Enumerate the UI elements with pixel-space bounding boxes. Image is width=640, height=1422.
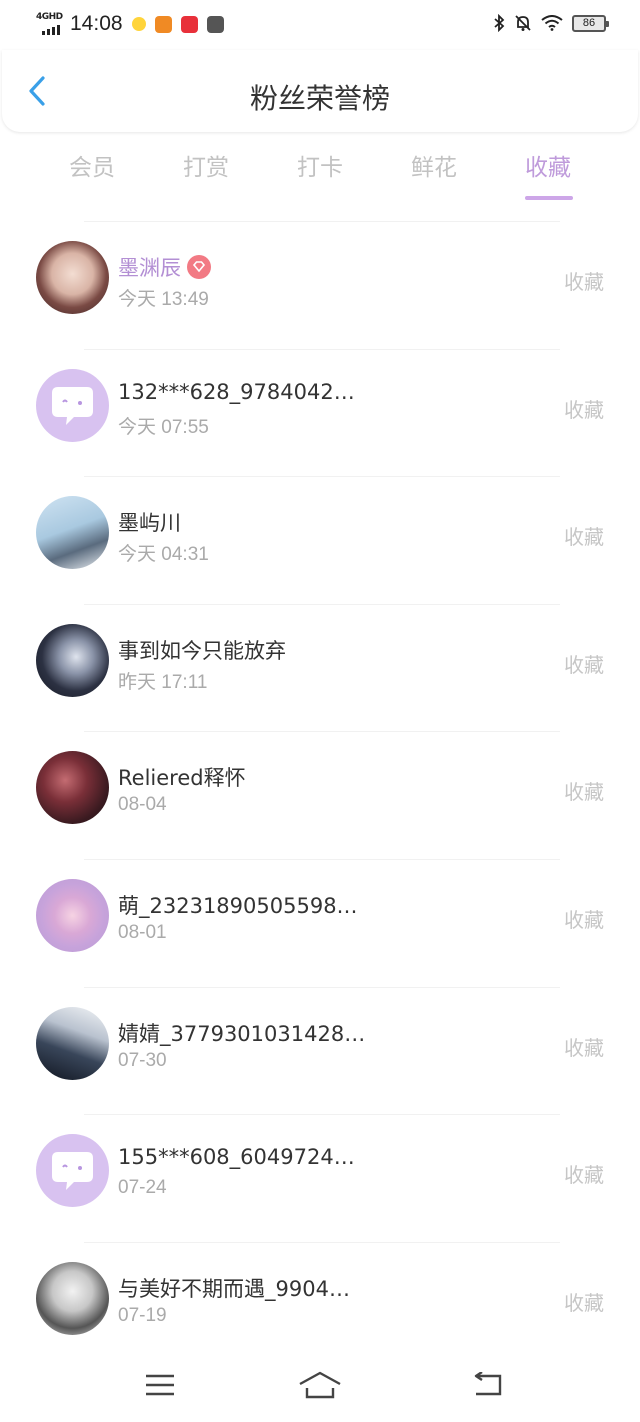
chat-bubble-icon: [52, 1152, 93, 1191]
favorite-time: 今天 04:31: [118, 544, 209, 566]
tab-label: 鲜花: [411, 155, 457, 181]
user-name: 与美好不期而遇_9904…: [118, 1276, 350, 1301]
favorite-label: 收藏: [564, 907, 604, 932]
fan-list: 墨渊辰 今天 13:49 收藏 132***628_9784042… 今天 07…: [0, 221, 640, 1369]
notification-app-icon: [180, 15, 198, 33]
tab-rewards[interactable]: 打赏: [149, 140, 263, 204]
favorite-label: 收藏: [564, 652, 604, 677]
status-time: 14:08: [70, 12, 123, 35]
favorite-label: 收藏: [564, 525, 604, 550]
favorite-label: 收藏: [564, 780, 604, 805]
default-avatar[interactable]: [36, 368, 109, 442]
favorite-time: 今天 07:55: [118, 416, 209, 438]
home-button[interactable]: [290, 1360, 350, 1410]
header-bar: 粉丝荣誉榜: [2, 50, 638, 132]
page-title: 粉丝荣誉榜: [249, 82, 390, 115]
user-name: 155***608_6049724…: [118, 1145, 355, 1170]
tab-label: 收藏: [525, 155, 571, 181]
tab-active-indicator: [525, 196, 573, 200]
list-item[interactable]: 事到如今只能放弃 昨天 17:11 收藏: [36, 603, 604, 732]
user-name: 萌_23231890505598…: [118, 893, 358, 918]
menu-button[interactable]: [130, 1360, 190, 1410]
avatar[interactable]: [36, 623, 109, 697]
list-item[interactable]: 155***608_6049724… 07-24 收藏: [36, 1114, 604, 1242]
user-name-text: 墨渊辰: [118, 256, 181, 280]
tab-bar: 会员 打赏 打卡 鲜花 收藏: [0, 140, 640, 204]
favorite-time: 08-01: [118, 921, 167, 943]
list-item[interactable]: Reliered释怀 08-04 收藏: [36, 731, 604, 859]
tab-label: 打卡: [297, 155, 343, 181]
avatar[interactable]: [36, 496, 109, 570]
list-item[interactable]: 墨屿川 今天 04:31 收藏: [36, 476, 604, 604]
bluetooth-icon: [494, 14, 505, 32]
back-nav-button[interactable]: [458, 1360, 518, 1410]
tab-flowers[interactable]: 鲜花: [377, 140, 491, 204]
tab-label: 会员: [69, 155, 115, 181]
notification-app-icon: [154, 15, 172, 33]
chevron-left-icon: [29, 76, 45, 106]
favorite-time: 今天 13:49: [118, 289, 209, 310]
avatar[interactable]: [36, 751, 109, 825]
list-item[interactable]: 墨渊辰 今天 13:49 收藏: [36, 221, 604, 349]
favorite-time: 08-04: [118, 794, 167, 816]
system-nav-bar: [0, 1350, 640, 1422]
avatar[interactable]: [36, 1261, 109, 1335]
default-avatar[interactable]: [36, 1134, 109, 1208]
list-item[interactable]: 婧婧_3779301031428… 07-30 收藏: [36, 986, 604, 1115]
back-icon: [474, 1372, 502, 1396]
favorite-label: 收藏: [564, 270, 604, 294]
user-name: 墨屿川: [118, 511, 181, 536]
favorite-label: 收藏: [564, 1035, 604, 1060]
user-name: 婧婧_3779301031428…: [118, 1021, 366, 1046]
wifi-icon: [541, 15, 563, 31]
mute-bell-icon: [515, 15, 531, 31]
tab-favorites[interactable]: 收藏: [491, 140, 605, 204]
tab-checkin[interactable]: 打卡: [263, 140, 377, 204]
chat-bubble-icon: [52, 386, 93, 425]
user-name: 132***628_9784042…: [118, 379, 355, 404]
favorite-label: 收藏: [564, 1290, 604, 1315]
tab-members[interactable]: 会员: [35, 140, 149, 204]
avatar[interactable]: [36, 241, 109, 314]
avatar[interactable]: [36, 878, 109, 952]
list-item[interactable]: 萌_23231890505598… 08-01 收藏: [36, 858, 604, 987]
list-item[interactable]: 132***628_9784042… 今天 07:55 收藏: [36, 348, 604, 477]
vip-badge-icon: [187, 255, 211, 279]
tab-label: 打赏: [183, 155, 229, 181]
favorite-time: 07-24: [118, 1177, 167, 1199]
back-button[interactable]: [20, 74, 54, 108]
favorite-time: 07-30: [118, 1049, 167, 1071]
signal-icon: 4GHD: [36, 12, 66, 36]
menu-icon: [146, 1374, 174, 1396]
user-name: 墨渊辰: [118, 252, 211, 282]
network-label: 4GHD: [36, 12, 63, 22]
avatar[interactable]: [36, 1006, 109, 1080]
user-name: 事到如今只能放弃: [118, 638, 286, 663]
favorite-time: 昨天 17:11: [118, 671, 208, 693]
battery-icon: 86: [572, 14, 609, 32]
user-name: Reliered释怀: [118, 766, 246, 791]
favorite-label: 收藏: [564, 397, 604, 422]
status-bar: 4GHD 14:08 86: [0, 0, 640, 50]
battery-level: 86: [582, 17, 596, 29]
notification-app-icon: [131, 17, 146, 31]
home-icon: [299, 1371, 341, 1399]
favorite-time: 07-19: [118, 1304, 167, 1326]
notification-app-icon: [206, 15, 224, 33]
favorite-label: 收藏: [564, 1163, 604, 1188]
